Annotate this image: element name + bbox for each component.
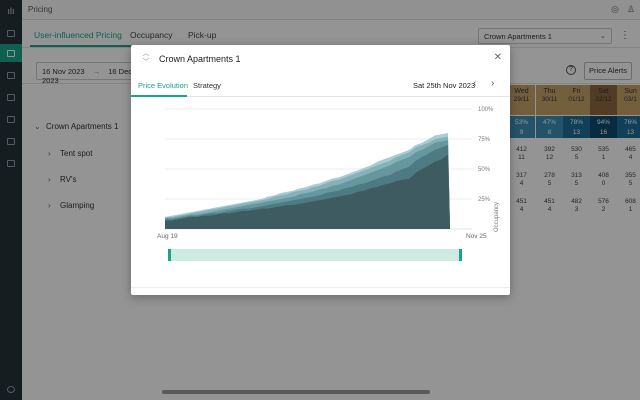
modal-title: Crown Apartments 1 [159,54,241,64]
price-evolution-modal: ︿ ﹀ Crown Apartments 1 ✕ Price Evolution… [131,45,510,295]
reorder-arrows: ︿ ﹀ [141,49,151,67]
y-tick-label: 100% [478,107,494,113]
y-tick-label: 25% [478,197,491,203]
selected-date: Sat 25th Nov 2023 [413,81,476,90]
modal-footer-divider [131,287,510,288]
x-start-label: Aug 19 [157,233,178,240]
chevron-left-icon[interactable]: ‹ [473,78,476,89]
tab-price-evolution[interactable]: Price Evolution [138,81,188,90]
range-slider-track[interactable] [169,249,461,261]
y-tick-label: 75% [478,137,491,143]
close-icon[interactable]: ✕ [494,52,502,63]
range-slider-handle-left[interactable] [168,249,171,261]
chevron-right-icon[interactable]: › [491,78,494,89]
y-tick-labels: 25% 50% 75% 100% [478,107,494,203]
chevron-up-icon[interactable]: ︿ [141,49,151,58]
chevron-down-icon[interactable]: ﹀ [141,58,151,67]
chart-areas [165,133,450,229]
tab-strategy[interactable]: Strategy [193,81,221,90]
x-end-label: Nov 25 [466,233,487,240]
range-slider-handle-right[interactable] [459,249,462,261]
y-axis-label: Occupancy [494,202,500,232]
y-tick-label: 50% [478,167,491,173]
price-evolution-chart: 25% 50% 75% 100% Occupancy Aug 19 Nov 25 [157,107,500,261]
